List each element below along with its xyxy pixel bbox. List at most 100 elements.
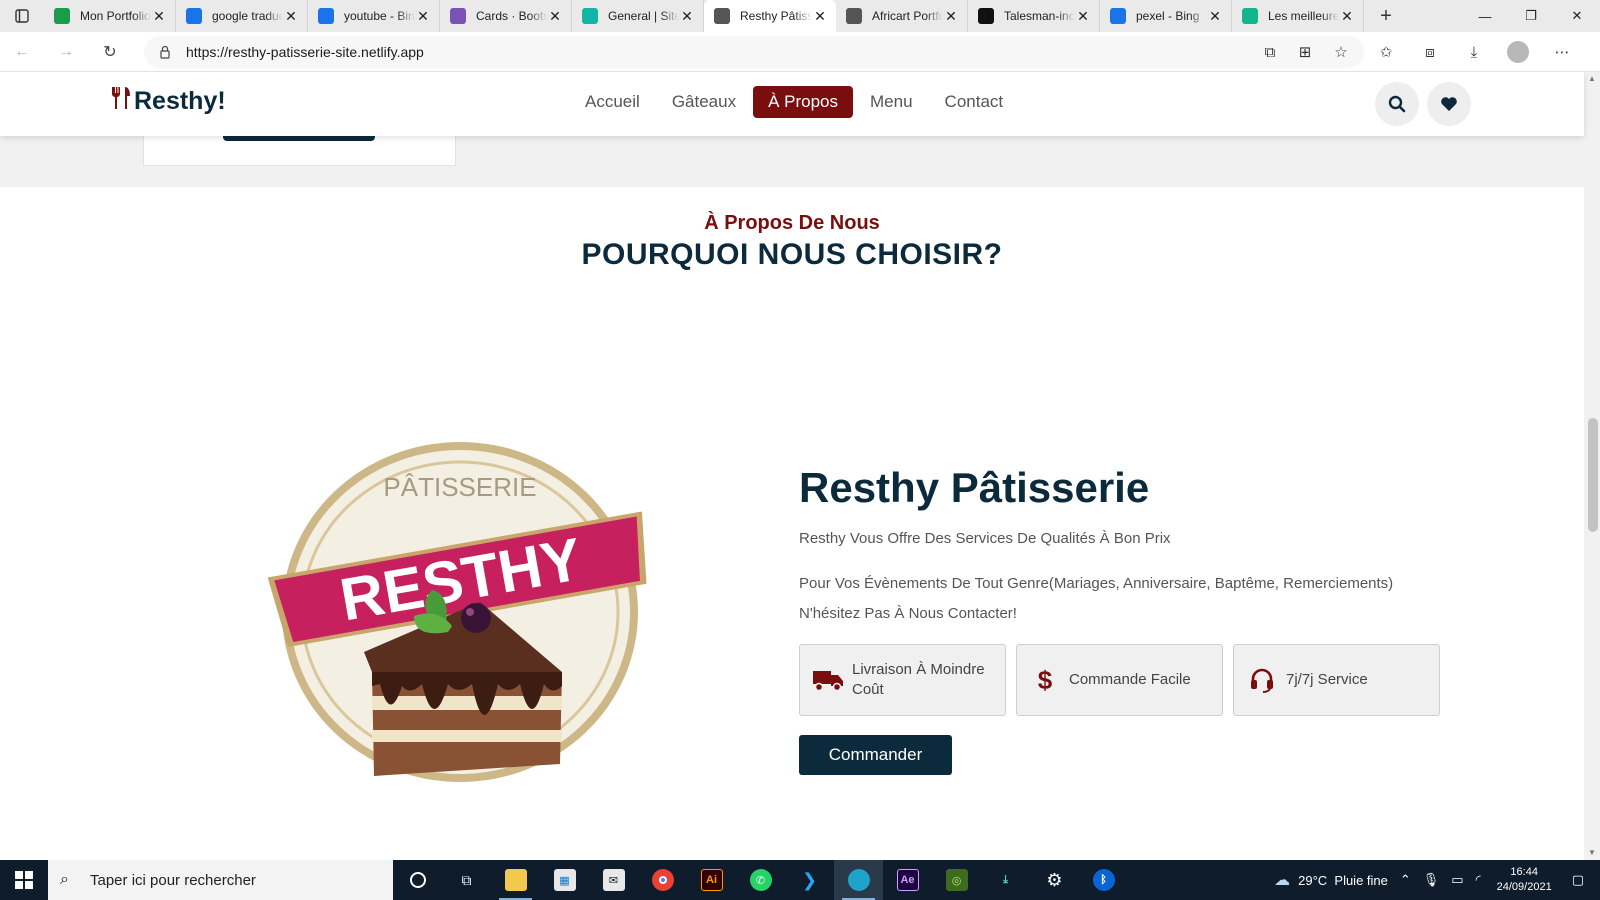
clock-time: 16:44 [1510,866,1538,878]
file-explorer-icon[interactable] [491,860,540,900]
nav-accueil[interactable]: Accueil [570,86,655,118]
tab-actions-icon[interactable] [0,0,44,32]
scrollbar-thumb[interactable] [1588,418,1598,532]
photos-icon[interactable]: ◎ [932,860,981,900]
address-bar[interactable]: https://resthy-patisserie-site.netlify.a… [144,36,1364,68]
browser-tab[interactable]: Les meilleures ✕ [1232,0,1364,32]
feature-service: 7j/7j Service [1233,644,1440,716]
wishlist-button[interactable] [1427,82,1471,126]
windows-taskbar: ⌕ Taper ici pour rechercher ⧉ ▦ ✉ Ai ✆ ❯… [0,860,1600,900]
close-tab-icon[interactable]: ✕ [415,8,431,25]
collections-icon[interactable]: ⧈ [1408,32,1452,72]
bing-icon [186,8,202,24]
microphone-icon[interactable]: 🎙 [1417,872,1446,888]
close-tab-icon[interactable]: ✕ [1339,8,1355,25]
downloads-icon[interactable]: ⤓ [1452,32,1496,72]
chrome-icon[interactable] [638,860,687,900]
favorites-icon[interactable]: ✩ [1364,32,1408,72]
lock-icon [158,45,172,59]
browser-tab[interactable]: Talesman-inc ✕ [968,0,1100,32]
browser-tab[interactable]: google traduction✕ [176,0,308,32]
battery-icon[interactable]: ▭ [1445,872,1469,888]
new-tab-button[interactable]: + [1364,0,1408,32]
more-menu-icon[interactable]: ⋯ [1540,32,1584,72]
nav-a-propos[interactable]: À Propos [753,86,854,118]
add-favorite-icon[interactable]: ☆ [1319,32,1363,72]
github-icon [978,8,994,24]
forward-icon[interactable]: → [44,32,88,72]
refresh-icon[interactable]: ↻ [88,32,132,72]
diamond-icon [582,8,598,24]
installer-icon[interactable]: ⤓ [981,860,1030,900]
nav-contact[interactable]: Contact [930,86,1019,118]
about-paragraph-1: Resthy Vous Offre Des Services De Qualit… [799,530,1171,547]
page-viewport: Resthy! Accueil Gâteaux À Propos Menu Co… [0,72,1600,860]
notifications-icon[interactable]: ▢ [1566,872,1600,888]
bootstrap-icon [450,8,466,24]
page-scrollbar[interactable]: ▲ ▼ [1584,72,1600,860]
about-paragraph-2: Pour Vos Évènements De Tout Genre(Mariag… [799,575,1394,622]
nav-menu[interactable]: Menu [855,86,928,118]
restore-button[interactable]: ❐ [1508,0,1554,32]
close-tab-icon[interactable]: ✕ [151,8,167,25]
close-window-button[interactable]: ✕ [1554,0,1600,32]
close-tab-icon[interactable]: ✕ [547,8,563,25]
site-header: Resthy! Accueil Gâteaux À Propos Menu Co… [0,72,1584,136]
edge-icon[interactable] [834,860,883,900]
start-button[interactable] [0,860,48,900]
wifi-icon[interactable]: ◜ [1470,872,1487,888]
settings-icon[interactable]: ⚙ [1030,860,1079,900]
illustrator-icon[interactable]: Ai [687,860,736,900]
profile-avatar[interactable] [1496,32,1540,72]
browser-tab[interactable]: General | Site ✕ [572,0,704,32]
browser-tab-title: Mon Portfolio [80,9,151,23]
feature-label: Commande Facile [1069,671,1191,688]
browser-tab-title: google traduction [212,9,283,23]
section-subtitle: À Propos De Nous [704,212,880,234]
chevron-up-icon[interactable]: ⌃ [1394,872,1417,888]
site-logo[interactable]: Resthy! [110,86,226,117]
browser-tab[interactable]: Resthy Pâtisserie✕ [704,0,836,32]
vscode-icon[interactable]: ❯ [785,860,834,900]
task-view-icon[interactable]: ⧉ [442,860,491,900]
clock[interactable]: 16:44 24/09/2021 [1487,865,1566,895]
url-text: https://resthy-patisserie-site.netlify.a… [186,44,424,60]
scroll-up-arrow-icon[interactable]: ▲ [1584,72,1600,86]
after-effects-icon[interactable]: Ae [883,860,932,900]
whatsapp-icon[interactable]: ✆ [736,860,785,900]
taskbar-search-placeholder: Taper ici pour rechercher [90,871,256,889]
weather-widget[interactable]: ☁ 29°C Pluie fine [1268,870,1394,890]
close-tab-icon[interactable]: ✕ [283,8,299,25]
minimize-button[interactable]: — [1462,0,1508,32]
close-tab-icon[interactable]: ✕ [679,8,695,25]
browser-tab[interactable]: Africart Portfolio✕ [836,0,968,32]
close-tab-icon[interactable]: ✕ [943,8,959,25]
mail-icon[interactable]: ✉ [589,860,638,900]
browser-tab[interactable]: Cards · Bootstrap✕ [440,0,572,32]
scroll-down-arrow-icon[interactable]: ▼ [1584,846,1600,860]
browser-toolbar: ← → ↻ https://resthy-patisserie-site.net… [0,32,1600,72]
search-button[interactable] [1375,82,1419,126]
section-title: POURQUOI NOUS CHOISIR? [581,238,1003,271]
taskbar-search[interactable]: ⌕ Taper ici pour rechercher [48,860,393,900]
close-tab-icon[interactable]: ✕ [1207,8,1223,25]
logo-top-text: PÂTISSERIE [383,472,536,502]
bing-icon [318,8,334,24]
order-button[interactable]: Commander [799,735,952,775]
cloud-icon: ☁ [1274,872,1291,889]
cortana-icon[interactable] [393,860,442,900]
bluetooth-icon[interactable]: ᛒ [1079,860,1128,900]
nav-gateaux[interactable]: Gâteaux [657,86,751,118]
close-tab-icon[interactable]: ✕ [1075,8,1091,25]
close-tab-icon[interactable]: ✕ [812,8,828,25]
browser-tab[interactable]: Mon Portfolio ✕ [44,0,176,32]
feature-easy-order: $ Commande Facile [1016,644,1223,716]
store-icon[interactable]: ▦ [540,860,589,900]
back-icon[interactable]: ← [0,32,44,72]
browser-tab[interactable]: youtube - Bing ✕ [308,0,440,32]
heart-icon [1441,97,1457,111]
weather-text: 29°C Pluie fine [1298,872,1388,888]
browser-tab-title: Africart Portfolio [872,9,943,23]
feature-label: 7j/7j Service [1286,671,1368,688]
browser-tab[interactable]: pexel - Bing ✕ [1100,0,1232,32]
